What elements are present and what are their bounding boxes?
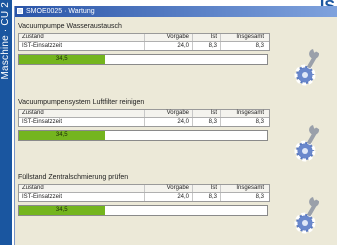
row-target: 24,0 xyxy=(145,118,193,126)
gear-wrench-icon[interactable] xyxy=(287,124,327,164)
col-actual: Ist xyxy=(193,34,221,41)
row-label: IST-Einsatzzeit xyxy=(19,118,145,126)
row-actual: 8,3 xyxy=(193,42,221,50)
table-row[interactable]: IST-Einsatzzeit 24,0 8,3 8,3 xyxy=(19,118,269,126)
table-header: Zustand Vorgabe Ist Insgesamt xyxy=(19,185,269,193)
col-total: Insgesamt xyxy=(236,34,264,40)
col-status: Zustand xyxy=(19,185,145,192)
section-table: Zustand Vorgabe Ist Insgesamt IST-Einsat… xyxy=(18,33,270,51)
maintenance-section: Vacuumpumpe Wasseraustausch Zustand Vorg… xyxy=(18,21,272,65)
row-actual: 8,3 xyxy=(193,193,221,201)
row-label: IST-Einsatzzeit xyxy=(19,193,145,201)
table-header: Zustand Vorgabe Ist Insgesamt xyxy=(19,110,269,118)
progress-label: 34,5 xyxy=(55,56,68,62)
section-title: Vacuumpumpe Wasseraustausch xyxy=(18,23,122,30)
row-label: IST-Einsatzzeit xyxy=(19,42,145,50)
table-row[interactable]: IST-Einsatzzeit 24,0 8,3 8,3 xyxy=(19,193,269,201)
row-total: 8,3 xyxy=(255,119,264,125)
section-title: Vacuumpumpensystem Luftfilter reinigen xyxy=(18,99,145,106)
progress-label: 34,5 xyxy=(55,207,68,213)
col-target: Vorgabe xyxy=(145,34,193,41)
col-actual: Ist xyxy=(193,185,221,192)
table-row[interactable]: IST-Einsatzzeit 24,0 8,3 8,3 xyxy=(19,42,269,50)
titlebar: SMOE0025 · Wartung xyxy=(15,6,337,17)
progress-bar: 34,5 xyxy=(18,54,268,65)
progress-bar: 34,5 xyxy=(18,130,268,141)
progress-label: 34,5 xyxy=(55,132,68,138)
col-status: Zustand xyxy=(19,110,145,117)
gear-wrench-icon[interactable] xyxy=(287,196,327,236)
col-status: Zustand xyxy=(19,34,145,41)
section-title: Füllstand Zentralschmierung prüfen xyxy=(18,174,129,181)
maintenance-window: SMOE0025 · Wartung Vacuumpumpe Wasseraus… xyxy=(14,6,337,245)
col-target: Vorgabe xyxy=(145,110,193,117)
row-target: 24,0 xyxy=(145,193,193,201)
sidebar-text: Maschine · CU 2 xyxy=(0,2,11,80)
window-icon xyxy=(17,8,23,14)
maintenance-section: Füllstand Zentralschmierung prüfen Zusta… xyxy=(18,172,272,216)
maintenance-section: Vacuumpumpensystem Luftfilter reinigen Z… xyxy=(18,97,272,141)
row-target: 24,0 xyxy=(145,42,193,50)
col-total: Insgesamt xyxy=(236,110,264,116)
section-table: Zustand Vorgabe Ist Insgesamt IST-Einsat… xyxy=(18,184,270,202)
sidebar: Maschine · CU 2 xyxy=(0,0,12,245)
window-title: SMOE0025 · Wartung xyxy=(26,8,95,15)
row-actual: 8,3 xyxy=(193,118,221,126)
row-total: 8,3 xyxy=(255,43,264,49)
progress-bar: 34,5 xyxy=(18,205,268,216)
row-total: 8,3 xyxy=(255,194,264,200)
table-header: Zustand Vorgabe Ist Insgesamt xyxy=(19,34,269,42)
section-table: Zustand Vorgabe Ist Insgesamt IST-Einsat… xyxy=(18,109,270,127)
col-total: Insgesamt xyxy=(236,185,264,191)
col-actual: Ist xyxy=(193,110,221,117)
col-target: Vorgabe xyxy=(145,185,193,192)
gear-wrench-icon[interactable] xyxy=(287,48,327,88)
